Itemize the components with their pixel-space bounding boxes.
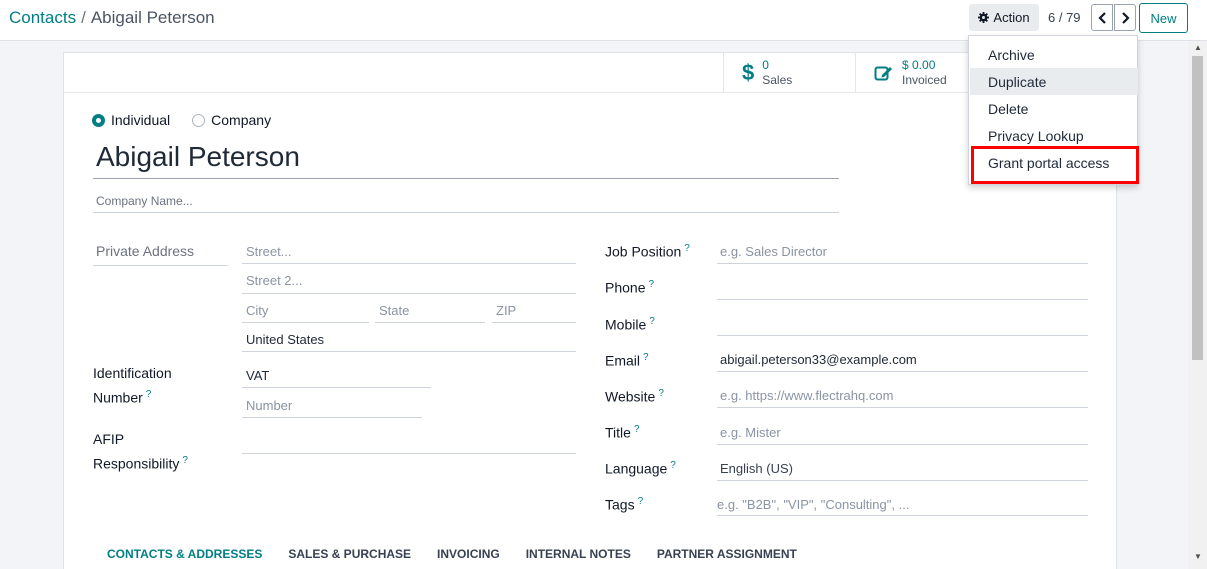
edit-square-icon [874,66,892,81]
identification-number-input[interactable]: Number [246,398,292,413]
tab-partner-assignment[interactable]: PARTNER ASSIGNMENT [657,547,797,561]
help-icon[interactable]: ? [649,316,655,327]
scrollbar-thumb[interactable] [1192,56,1203,360]
language-label: Language? [605,460,676,477]
pager-next-button[interactable] [1114,4,1136,31]
invoiced-label: Invoiced [902,73,947,87]
company-radio[interactable] [192,113,206,127]
form-sheet: $ 0 Sales $ 0.00 Invoiced [63,52,1117,569]
notebook-tabs: CONTACTS & ADDRESSES SALES & PURCHASE IN… [107,547,797,561]
title-label: Title? [605,424,640,441]
tab-sales-purchase[interactable]: SALES & PURCHASE [288,547,411,561]
chevron-right-icon [1121,11,1130,24]
sales-label: Sales [762,73,793,87]
scroll-up-arrow-icon[interactable]: ▲ [1194,43,1202,52]
breadcrumb-contacts-link[interactable]: Contacts [9,8,76,27]
tab-internal-notes[interactable]: INTERNAL NOTES [526,547,631,561]
tab-invoicing[interactable]: INVOICING [437,547,500,561]
tags-input[interactable]: e.g. "B2B", "VIP", "Consulting", ... [717,497,909,512]
individual-radio[interactable] [92,113,105,127]
phone-input[interactable] [717,299,1088,300]
tab-contacts-addresses[interactable]: CONTACTS & ADDRESSES [107,547,262,561]
pager-value[interactable]: 6 / 79 [1048,10,1081,25]
private-address-label: Private Address [96,243,195,259]
vat-type-select[interactable]: VAT [246,368,269,383]
menu-item-duplicate[interactable]: Duplicate [970,68,1138,95]
menu-item-privacy-lookup[interactable]: Privacy Lookup [970,122,1138,149]
email-label: Email? [605,352,649,369]
phone-label: Phone? [605,279,655,296]
contact-name-field[interactable]: Abigail Peterson [96,141,300,173]
zip-input[interactable]: ZIP [496,303,516,318]
invoiced-amount: $ 0.00 [902,58,936,72]
action-button-label: Action [993,10,1030,25]
help-icon[interactable]: ? [634,424,640,435]
help-icon[interactable]: ? [648,279,654,290]
help-icon[interactable]: ? [658,388,664,399]
website-label: Website? [605,388,664,405]
help-icon[interactable]: ? [182,455,188,466]
help-icon[interactable]: ? [670,460,676,471]
sales-count: 0 [762,58,769,72]
breadcrumb: Contacts / Abigail Peterson [9,8,215,28]
language-select[interactable]: English (US) [720,461,793,476]
email-input[interactable]: abigail.peterson33@example.com [720,352,917,367]
country-select[interactable]: United States [246,332,324,347]
street-input[interactable]: Street... [246,244,292,259]
state-input[interactable]: State [379,303,409,318]
job-position-input[interactable]: e.g. Sales Director [720,244,827,259]
breadcrumb-current: Abigail Peterson [90,8,215,27]
menu-item-archive[interactable]: Archive [970,41,1138,68]
identification-number-label: Identification Number? [93,365,172,406]
breadcrumb-separator: / [81,8,86,27]
tags-label: Tags? [605,496,644,513]
vertical-scrollbar[interactable]: ▲ ▼ [1188,41,1207,569]
help-icon[interactable]: ? [146,389,152,400]
website-input[interactable]: e.g. https://www.flectrahq.com [720,388,893,403]
smart-button-box: $ 0 Sales $ 0.00 Invoiced [64,53,1116,93]
afip-responsibility-input[interactable] [242,453,576,454]
help-icon[interactable]: ? [638,496,644,507]
help-icon[interactable]: ? [643,352,649,363]
help-icon[interactable]: ? [684,243,690,254]
gear-icon [978,12,990,23]
job-position-label: Job Position? [605,243,690,260]
partner-type-radio-group: Individual Company [92,112,271,128]
scroll-down-arrow-icon[interactable]: ▼ [1194,552,1202,561]
pager-previous-button[interactable] [1091,4,1113,31]
afip-responsibility-label: AFIP Responsibility? [93,431,188,472]
title-input[interactable]: e.g. Mister [720,425,781,440]
sales-smart-button[interactable]: $ 0 Sales [723,53,855,93]
chevron-left-icon [1097,11,1106,24]
action-button[interactable]: Action [969,4,1039,31]
individual-radio-label[interactable]: Individual [111,112,170,128]
company-radio-label[interactable]: Company [211,112,271,128]
city-input[interactable]: City [246,303,268,318]
new-button[interactable]: New [1139,3,1188,33]
menu-item-delete[interactable]: Delete [970,95,1138,122]
street2-input[interactable]: Street 2... [246,273,302,288]
company-name-input[interactable]: Company Name... [96,194,193,208]
mobile-label: Mobile? [605,316,655,333]
grant-portal-access-highlight [971,146,1139,184]
dollar-icon: $ [742,60,755,85]
mobile-input[interactable] [717,335,1088,336]
